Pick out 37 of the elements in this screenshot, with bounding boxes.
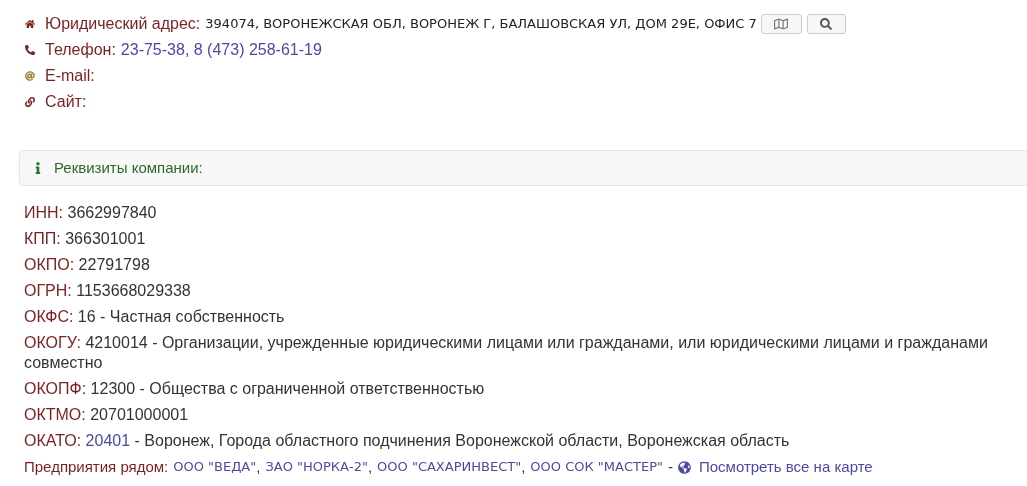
- contact-label: E-mail:: [45, 66, 95, 86]
- code-link[interactable]: 20401: [85, 432, 131, 449]
- company-link[interactable]: ООО "ВЕДА": [173, 457, 257, 477]
- requisite-row-text: ИНН: 3662997840: [24, 203, 158, 223]
- nearby-label: Предприятия рядом:: [24, 457, 169, 477]
- phone-link[interactable]: 23-75-38, 8 (473) 258-61-19: [120, 38, 322, 62]
- at-icon: [25, 71, 35, 81]
- contact-label: Сайт:: [45, 92, 87, 112]
- search-icon: [820, 18, 833, 30]
- separator: ,: [521, 457, 526, 477]
- dash: -: [667, 457, 673, 477]
- requisite-row-text: ОКФС: 16 - Частная собственность: [24, 307, 286, 327]
- separator: ,: [367, 457, 373, 477]
- map-link[interactable]: Посмотреть все на карте: [698, 457, 873, 477]
- requisite-row-text: ОГРН: 1153668029338: [24, 281, 192, 301]
- panel-title: Реквизиты компании:: [54, 157, 203, 178]
- contact-label: Юридический адрес:: [45, 14, 201, 34]
- requisite-row-text: ОКПО: 22791798: [24, 255, 151, 275]
- map-icon: [774, 17, 789, 31]
- requisite-row-text: КПП: 366301001: [24, 229, 147, 249]
- company-link[interactable]: ЗАО "НОРКА-2": [265, 457, 368, 477]
- info-icon: [34, 162, 42, 174]
- requisite-row-text: ОКТМО: 20701000001: [24, 405, 190, 425]
- globe-icon: [677, 460, 691, 474]
- home-icon: [25, 19, 35, 29]
- phone-icon: [25, 45, 35, 55]
- map-button[interactable]: [760, 14, 802, 34]
- requisite-row-text: ОКОПФ: 12300 - Общества с ограниченной ответственностью: [24, 379, 486, 399]
- contact-label: Телефон:: [45, 40, 116, 60]
- requisite-row-text: ОКОГУ: 4210014 - Организации, учрежденные юридическими лицами или гражданами, или юридическими лицами и гражданами совместно: [24, 333, 989, 373]
- link-icon: [25, 97, 35, 107]
- search-button[interactable]: [806, 14, 846, 34]
- address-value: 394074, ВОРОНЕЖСКАЯ ОБЛ, ВОРОНЕЖ Г, БАЛАШОВСКАЯ УЛ, ДОМ 29Е, ОФИС 7: [205, 15, 757, 34]
- company-link[interactable]: ООО СОК "МАСТЕР": [530, 457, 663, 477]
- separator: ,: [256, 457, 261, 477]
- requisite-row-text: ОКАТО: 20401 - Воронеж, Города областного подчинения Воронежской области, Воронежская область: [24, 431, 791, 451]
- company-link[interactable]: ООО "САХАРИНВЕСТ": [377, 457, 522, 477]
